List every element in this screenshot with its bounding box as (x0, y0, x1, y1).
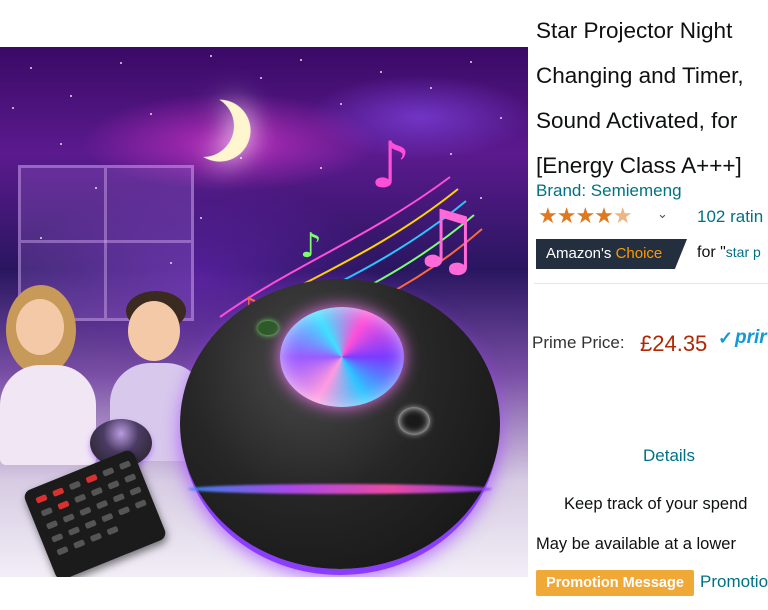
crystal-lens (280, 307, 404, 407)
badge-prefix: Amazon's (546, 245, 616, 262)
keep-track-text: Keep track of your spend (564, 495, 748, 513)
projector-light-ring (188, 484, 492, 494)
promotions-link[interactable]: Promotio (700, 572, 768, 592)
choice-for-prefix: for " (697, 244, 726, 261)
price-value: £24.35 (640, 331, 708, 356)
remote-control (22, 448, 168, 577)
promotion-badge: Promotion Message (536, 570, 694, 596)
product-title-line: Sound Activated, for (536, 108, 738, 133)
product-title-line: Star Projector Night (536, 18, 733, 43)
svg-text:♫: ♫ (410, 193, 482, 286)
prime-check-icon: ✓ (718, 328, 734, 348)
choice-query-link[interactable]: star p (726, 244, 761, 260)
product-title-line: Changing and Timer, (536, 63, 744, 88)
power-button (258, 321, 278, 335)
divider (534, 283, 768, 284)
chevron-down-icon[interactable]: ⌄ (657, 206, 668, 222)
ratings-count-link[interactable]: 102 ratin (697, 207, 763, 227)
svg-text:♪: ♪ (300, 226, 322, 266)
moon-lens (398, 407, 430, 435)
details-link[interactable]: Details (643, 446, 695, 466)
projector-device (180, 279, 500, 569)
brand-link[interactable]: Brand: Semiemeng (536, 181, 682, 201)
product-title[interactable]: Star Projector Night Changing and Timer,… (536, 8, 768, 188)
rating-stars[interactable]: ★★★★★ (538, 203, 633, 229)
badge-choice-word: Choice (615, 245, 663, 262)
product-image[interactable]: ♪ ♫ ♪ ♩ ♪ (0, 47, 528, 577)
star-icon: ★★★★ (538, 203, 614, 228)
prime-logo: prir (735, 327, 767, 348)
choice-for-text: for "star p (697, 244, 761, 262)
svg-text:♪: ♪ (370, 129, 411, 203)
half-star-icon: ★ (612, 203, 633, 228)
availability-text: May be available at a lower (536, 535, 736, 553)
amazons-choice-badge: Amazon's Choice (536, 239, 687, 269)
prime-price-label: Prime Price: (532, 333, 625, 352)
